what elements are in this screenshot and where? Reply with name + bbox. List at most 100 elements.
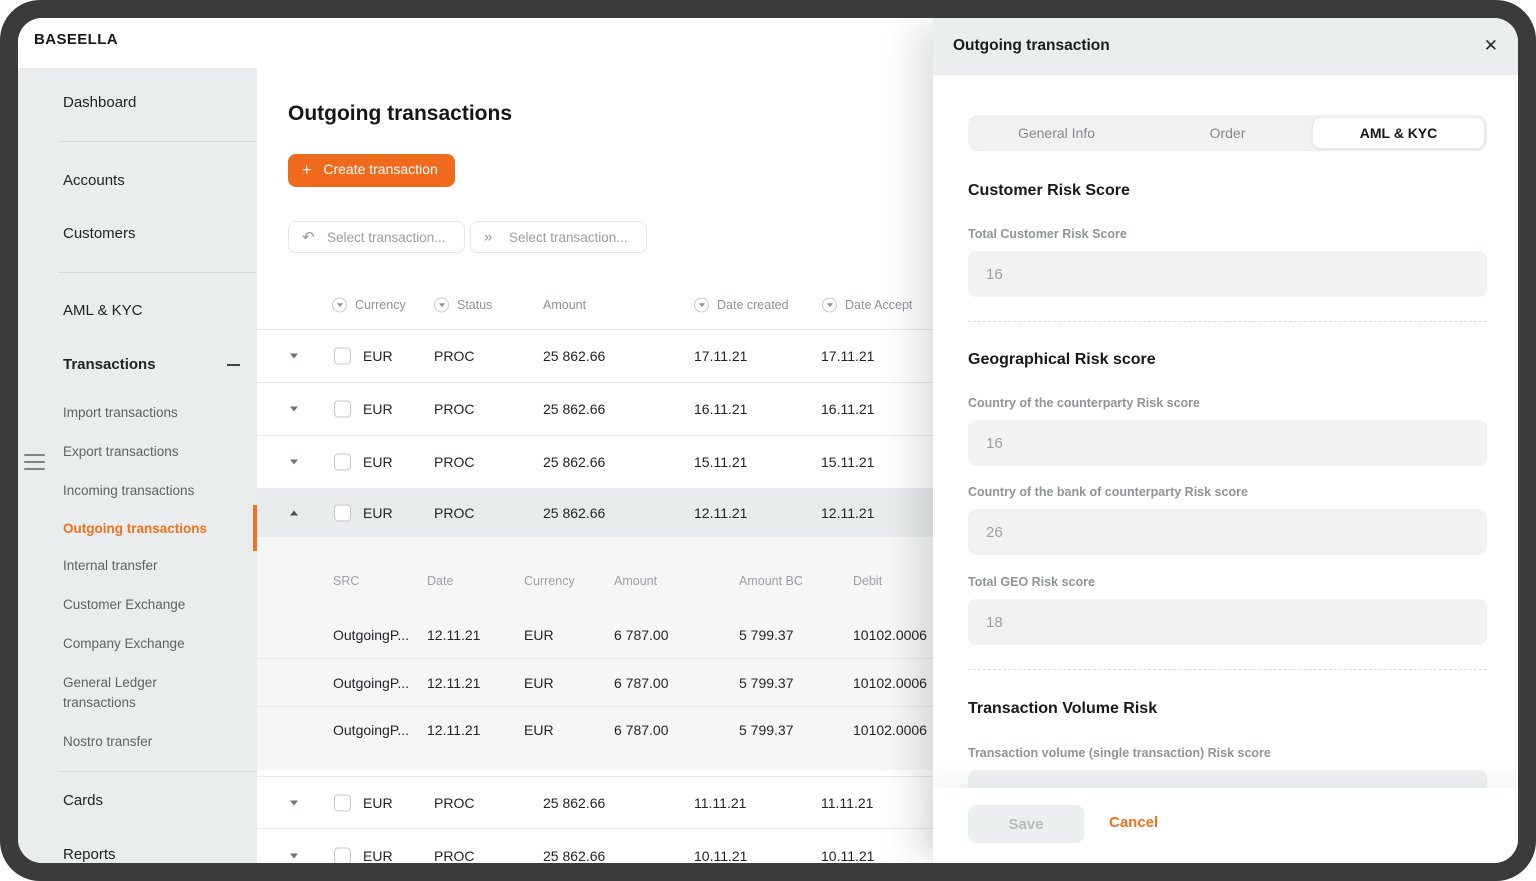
subcell-date: 12.11.21: [427, 627, 481, 643]
panel-body: General Info Order AML & KYC Customer Ri…: [968, 75, 1487, 863]
plus-icon: +: [302, 162, 312, 179]
expand-row-icon[interactable]: [290, 406, 298, 412]
collapse-row-icon[interactable]: [290, 510, 298, 516]
cell-currency: EUR: [363, 847, 393, 864]
cell-status: PROC: [434, 794, 475, 811]
cell-amount: 25 862.66: [543, 348, 606, 364]
field-label-volume-single: Transaction volume (single transaction) …: [968, 746, 1271, 760]
panel-tab-bar: General Info Order AML & KYC: [968, 115, 1487, 151]
tab-general-info[interactable]: General Info: [971, 118, 1142, 148]
cell-date-created: 12.11.21: [694, 505, 748, 521]
sidebar-item-outgoing-transactions[interactable]: Outgoing transactions: [63, 519, 221, 539]
cell-date-accept: 15.11.21: [821, 454, 875, 470]
sidebar-item-export-transactions[interactable]: Export transactions: [63, 442, 221, 462]
expand-row-icon[interactable]: [290, 459, 298, 465]
filter-date-created-icon[interactable]: [694, 297, 709, 312]
section-heading-geo-risk: Geographical Risk score: [968, 351, 1156, 368]
sidebar-item-general-ledger-transactions[interactable]: General Ledger transactions: [63, 673, 221, 713]
select-transaction-back-button[interactable]: ↶ Select transaction...: [288, 221, 465, 253]
page-title: Outgoing transactions: [288, 102, 513, 125]
sidebar-item-accounts[interactable]: Accounts: [63, 172, 125, 190]
row-checkbox[interactable]: [334, 453, 351, 471]
filter-date-accept-icon[interactable]: [822, 297, 837, 312]
subcell-currency: EUR: [524, 627, 554, 643]
double-chevron-right-icon: »: [484, 228, 493, 246]
sidebar-item-import-transactions[interactable]: Import transactions: [63, 403, 221, 423]
app-frame: BASEELLA Dashboard Accounts Customers AM…: [0, 0, 1536, 881]
cell-status: PROC: [434, 348, 475, 364]
cell-date-accept: 16.11.21: [821, 401, 875, 417]
col-header-date-created: Date created: [717, 297, 789, 312]
tab-order[interactable]: Order: [1142, 118, 1313, 148]
subcell-amount-bc: 5 799.37: [739, 674, 794, 691]
subcell-src: OutgoingP...: [333, 674, 410, 691]
sidebar-item-incoming-transactions[interactable]: Incoming transactions: [63, 481, 221, 501]
sidebar-item-nostro-transfer[interactable]: Nostro transfer: [63, 732, 221, 752]
cancel-button[interactable]: Cancel: [1109, 814, 1158, 831]
total-geo-risk-input[interactable]: [968, 599, 1487, 645]
cell-amount: 25 862.66: [543, 794, 606, 811]
sidebar-item-aml-kyc[interactable]: AML & KYC: [63, 302, 142, 320]
cell-date-created: 11.11.21: [694, 794, 747, 811]
row-checkbox[interactable]: [334, 504, 351, 522]
subcell-currency: EUR: [524, 721, 554, 738]
expand-row-icon[interactable]: [290, 353, 298, 359]
country-counterparty-risk-input[interactable]: [968, 420, 1487, 466]
cell-currency: EUR: [363, 348, 393, 364]
panel-title: Outgoing transaction: [953, 37, 1110, 54]
expand-row-icon[interactable]: [290, 800, 298, 805]
collapse-icon[interactable]: [227, 364, 240, 366]
total-customer-risk-input[interactable]: [968, 251, 1487, 297]
sidebar-item-dashboard[interactable]: Dashboard: [63, 94, 136, 112]
sidebar-item-internal-transfer[interactable]: Internal transfer: [63, 556, 221, 576]
sidebar-item-cards[interactable]: Cards: [63, 792, 103, 810]
filter-status-icon[interactable]: [434, 297, 449, 312]
menu-icon[interactable]: [24, 454, 46, 471]
expand-row-icon[interactable]: [290, 853, 298, 858]
subcell-amount: 6 787.00: [614, 674, 669, 691]
col-header-amount: Amount: [543, 297, 587, 312]
subcell-debit: 10102.0006: [853, 627, 927, 643]
sidebar-item-company-exchange[interactable]: Company Exchange: [63, 634, 221, 654]
subcell-date: 12.11.21: [427, 674, 481, 691]
col-header-date-accept: Date Accept: [845, 297, 913, 312]
sidebar: Dashboard Accounts Customers AML & KYC T…: [18, 68, 257, 863]
cell-date-accept: 17.11.21: [821, 348, 875, 364]
cell-status: PROC: [434, 505, 475, 521]
select-transaction-forward-button[interactable]: » Select transaction...: [470, 221, 647, 253]
cell-amount: 25 862.66: [543, 401, 606, 417]
subcol-header-date: Date: [427, 574, 454, 588]
cell-currency: EUR: [363, 401, 393, 417]
subcell-date: 12.11.21: [427, 721, 481, 738]
country-bank-risk-input[interactable]: [968, 509, 1487, 555]
sidebar-item-customer-exchange[interactable]: Customer Exchange: [63, 595, 221, 615]
subcol-header-amount-bc: Amount BC: [739, 574, 803, 588]
row-checkbox[interactable]: [334, 347, 351, 365]
close-icon[interactable]: ✕: [1484, 35, 1498, 57]
create-transaction-button[interactable]: + Create transaction: [288, 154, 455, 187]
subcell-currency: EUR: [524, 674, 554, 691]
row-checkbox[interactable]: [334, 794, 351, 811]
cell-amount: 25 862.66: [543, 454, 606, 470]
subcol-header-currency: Currency: [524, 574, 575, 588]
row-checkbox[interactable]: [334, 400, 351, 418]
dashed-divider: [968, 669, 1487, 670]
section-heading-volume-risk: Transaction Volume Risk: [968, 700, 1158, 717]
undo-arrow-icon: ↶: [302, 229, 315, 246]
subcol-header-amount: Amount: [614, 574, 658, 588]
field-label-country-counterparty: Country of the counterparty Risk score: [968, 396, 1200, 410]
filter-currency-icon[interactable]: [332, 297, 347, 312]
app-window: BASEELLA Dashboard Accounts Customers AM…: [18, 18, 1518, 863]
subcell-src: OutgoingP...: [333, 721, 410, 738]
sidebar-item-reports[interactable]: Reports: [63, 846, 116, 863]
active-item-indicator: [253, 505, 257, 551]
save-button[interactable]: Save: [968, 805, 1084, 843]
cell-date-created: 15.11.21: [694, 454, 748, 470]
sidebar-item-transactions[interactable]: Transactions: [63, 356, 156, 374]
tab-aml-kyc[interactable]: AML & KYC: [1313, 118, 1484, 148]
cell-date-accept: 12.11.21: [821, 505, 875, 521]
sidebar-item-customers[interactable]: Customers: [63, 225, 136, 243]
cell-currency: EUR: [363, 794, 393, 811]
row-checkbox[interactable]: [334, 847, 351, 863]
col-header-status: Status: [457, 297, 493, 312]
